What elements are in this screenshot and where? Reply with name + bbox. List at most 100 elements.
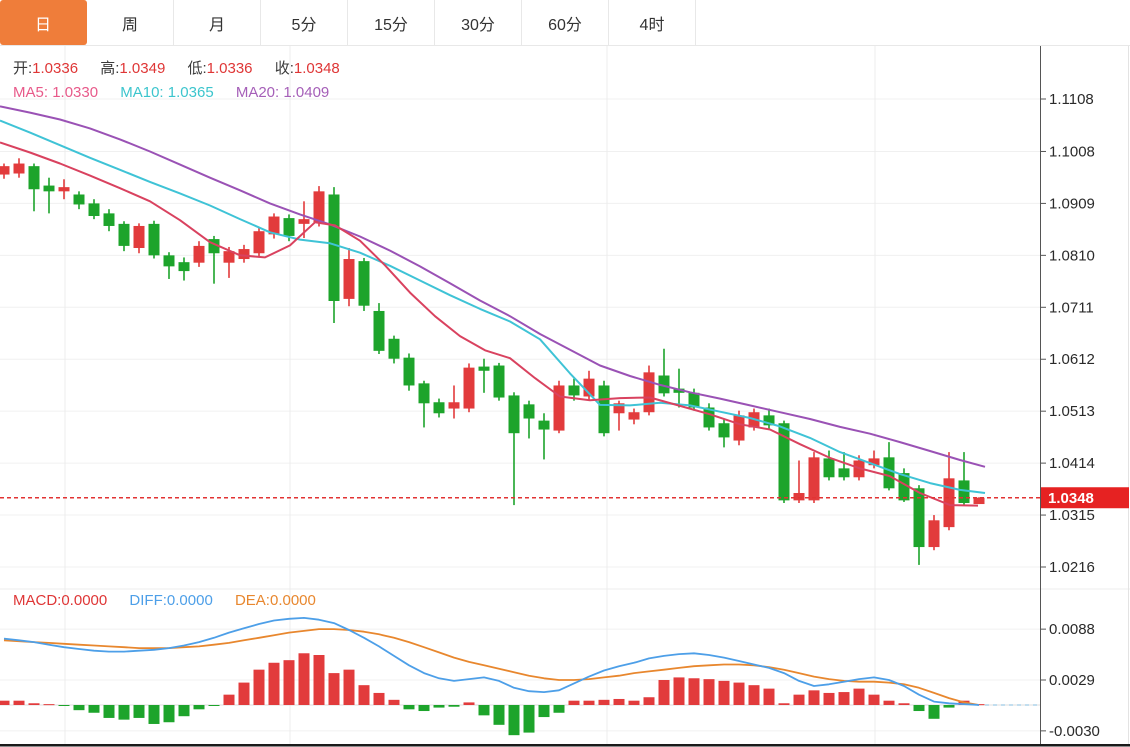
macd-histogram-bar — [239, 683, 250, 705]
tab-month[interactable]: 月 — [174, 0, 261, 45]
candle-body — [644, 372, 655, 412]
price-axis-label: 1.1108 — [1049, 91, 1094, 108]
candle-body — [0, 166, 10, 174]
macd-histogram-bar — [914, 705, 925, 711]
tab-5min[interactable]: 5分 — [261, 0, 348, 45]
low-readout: 低:1.0336 — [187, 60, 252, 77]
macd-histogram-bar — [14, 701, 25, 705]
macd-histogram-bar — [329, 673, 340, 705]
macd-histogram-bar — [224, 695, 235, 705]
candlestick-up — [584, 371, 595, 400]
candlestick-down — [419, 381, 430, 428]
macd-histogram-bar — [509, 705, 520, 735]
candle-body — [14, 164, 25, 174]
candle-body — [74, 194, 85, 204]
macd-axis-label: -0.0030 — [1049, 723, 1100, 740]
grid-layer — [0, 46, 1130, 744]
macd-histogram-bar — [659, 680, 670, 705]
candle-body — [314, 191, 325, 222]
candle-body — [29, 166, 40, 189]
macd-histogram-bar — [209, 705, 220, 706]
candle-body — [524, 404, 535, 418]
tab-60min[interactable]: 60分 — [522, 0, 609, 45]
diff-readout: DIFF:0.0000 — [129, 592, 212, 609]
tab-15min[interactable]: 15分 — [348, 0, 435, 45]
candle-body — [329, 194, 340, 301]
macd-histogram-bar — [599, 700, 610, 705]
candle-body — [164, 255, 175, 266]
candle-body — [344, 259, 355, 299]
macd-histogram-bar — [524, 705, 535, 733]
price-axis-label: 1.0810 — [1049, 247, 1095, 264]
candlestick-up — [0, 164, 10, 179]
last-price-badge-label: 1.0348 — [1048, 490, 1094, 507]
candlestick-down — [599, 381, 610, 437]
macd-histogram-bar — [314, 655, 325, 705]
ma5-readout: MA5: 1.0330 — [13, 84, 98, 101]
macd-histogram-bar — [719, 681, 730, 705]
bottom-border — [0, 744, 1130, 747]
period-tabbar: 日 周 月 5分 15分 30分 60分 4时 — [0, 0, 1130, 46]
candlestick-down — [524, 401, 535, 439]
candlestick-macd-chart: 1.11081.10081.09091.08101.07111.06121.05… — [0, 0, 1130, 747]
macd-histogram-bar — [29, 703, 40, 705]
price-axis-label: 1.0909 — [1049, 195, 1095, 212]
macd-histogram-bar — [779, 703, 790, 705]
candle-body — [734, 415, 745, 440]
candlestick-down — [329, 187, 340, 323]
tab-4hour[interactable]: 4时 — [609, 0, 696, 45]
candlestick-down — [659, 349, 670, 397]
diff-line — [4, 618, 979, 705]
macd-histogram-bar — [809, 690, 820, 705]
price-axis-label: 1.0612 — [1049, 351, 1095, 368]
macd-histogram-bar — [194, 705, 205, 709]
tab-day[interactable]: 日 — [0, 0, 87, 45]
macd-histogram-bar — [644, 697, 655, 705]
macd-histogram-bar — [764, 689, 775, 705]
candle-body — [389, 339, 400, 359]
macd-histogram-bar — [839, 692, 850, 705]
candlestick-down — [779, 421, 790, 503]
candlestick-up — [809, 452, 820, 503]
candlestick-up — [59, 179, 70, 199]
candle-body — [974, 498, 985, 504]
candlestick-up — [194, 241, 205, 267]
candle-body — [494, 366, 505, 398]
tab-week[interactable]: 周 — [87, 0, 174, 45]
ma10-readout: MA10: 1.0365 — [120, 84, 213, 101]
candlestick-down — [104, 209, 115, 231]
candlestick-down — [29, 164, 40, 212]
macd-histogram-bar — [284, 660, 295, 705]
macd-histogram-bar — [449, 705, 460, 707]
tab-30min[interactable]: 30分 — [435, 0, 522, 45]
candlestick-down — [119, 221, 130, 251]
candle-body — [89, 203, 100, 216]
ma20-line — [0, 106, 985, 467]
candle-body — [509, 395, 520, 433]
price-axis-label: 1.0513 — [1049, 403, 1095, 420]
macd-histogram-bar — [419, 705, 430, 711]
high-readout: 高:1.0349 — [100, 60, 165, 77]
price-axis-label: 1.0216 — [1049, 559, 1095, 576]
ma-legend: MA5: 1.0330 MA10: 1.0365 MA20: 1.0409 — [13, 84, 347, 101]
macd-histogram-bar — [824, 693, 835, 705]
candle-body — [284, 218, 295, 236]
axis-layer: 1.11081.10081.09091.08101.07111.06121.05… — [0, 0, 1130, 747]
candle-body — [254, 231, 265, 253]
candlestick-down — [839, 452, 850, 480]
macd-histogram-bar — [254, 670, 265, 705]
candle-body — [194, 246, 205, 263]
candlestick-up — [344, 248, 355, 306]
macd-histogram-bar — [614, 699, 625, 705]
macd-histogram-bar — [0, 701, 10, 705]
ohlc-legend: 开:1.0336 高:1.0349 低:1.0336 收:1.0348 — [13, 57, 358, 78]
ma5-line — [0, 143, 978, 506]
macd-histogram-bar — [404, 705, 415, 709]
candlestick-down — [704, 403, 715, 430]
candlestick-up — [239, 245, 250, 263]
candle-body — [719, 423, 730, 437]
candlestick-down — [359, 258, 370, 311]
macd-histogram-bar — [359, 685, 370, 705]
candle-body — [929, 520, 940, 547]
candle-body — [44, 186, 55, 192]
